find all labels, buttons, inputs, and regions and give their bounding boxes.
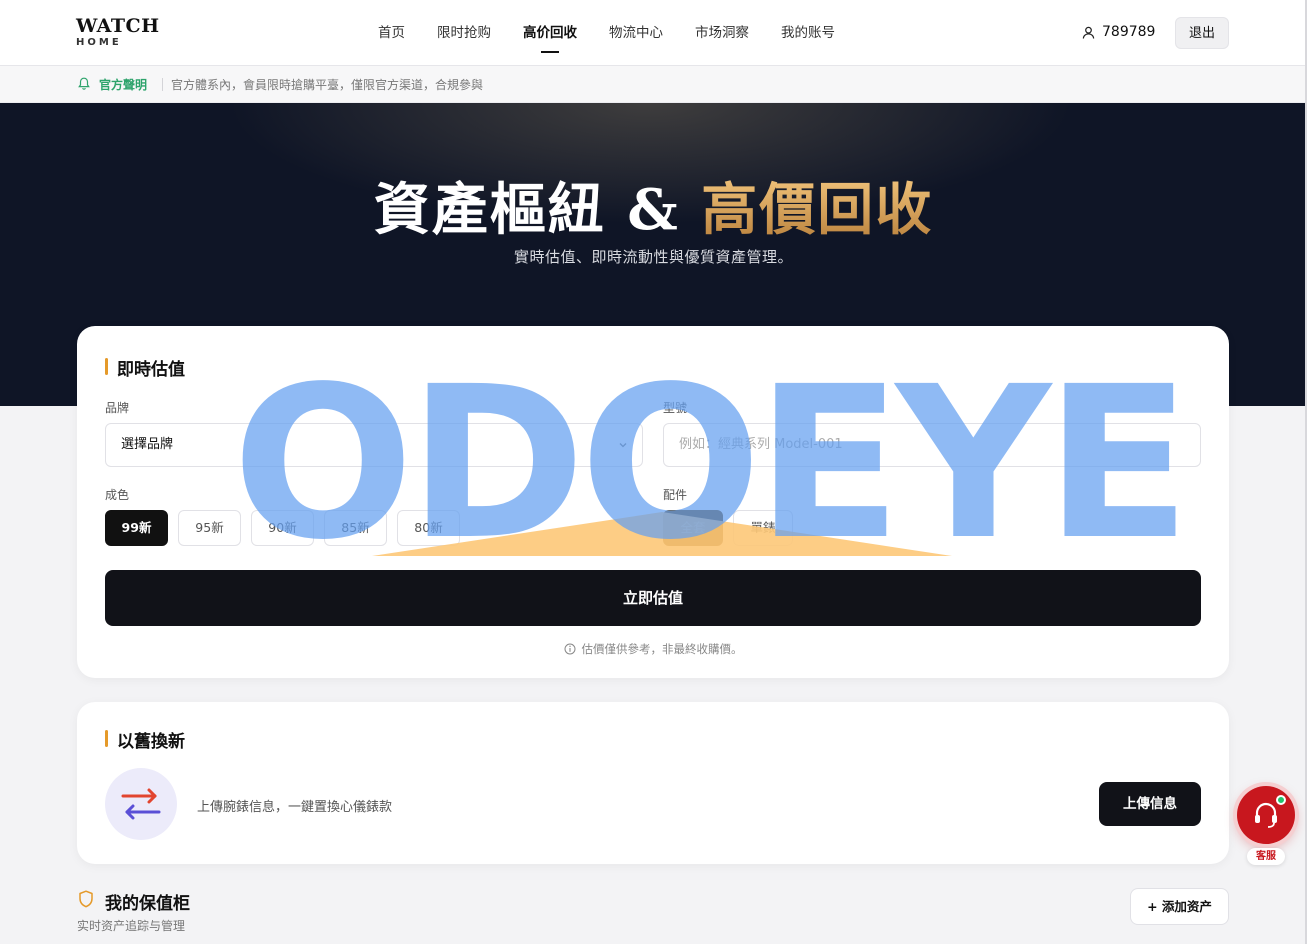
upload-info-button[interactable]: 上傳信息 bbox=[1099, 782, 1201, 826]
valuation-card: 即時估值 品牌 選擇品牌 型號 例如：經典系列 Model-001 成色 99新… bbox=[77, 326, 1229, 678]
user-id: 789789 bbox=[1102, 24, 1156, 40]
nav-item-flash-sale[interactable]: 限时抢购 bbox=[437, 0, 491, 66]
add-asset-button[interactable]: + 添加资产 bbox=[1130, 888, 1229, 925]
hero-subtitle: 實時估值、即時流動性與優質資產管理。 bbox=[513, 248, 793, 266]
brand-select[interactable]: 選擇品牌 bbox=[105, 423, 643, 467]
nav-item-logistics[interactable]: 物流中心 bbox=[609, 0, 663, 66]
top-header: WATCH HOME 首页 限时抢购 高价回收 物流中心 市场洞察 我的账号 7… bbox=[0, 0, 1307, 66]
notice-text: 官方體系內，會員限時搶購平臺，僅限官方渠道，合規參與 bbox=[171, 78, 484, 92]
logout-button[interactable]: 退出 bbox=[1175, 17, 1229, 49]
notice-divider bbox=[162, 78, 163, 91]
hero-title-white: 資產樞紐 & bbox=[373, 177, 702, 243]
condition-chip-80[interactable]: 80新 bbox=[397, 510, 460, 546]
nav-item-account[interactable]: 我的账号 bbox=[781, 0, 835, 66]
valuation-hint: 估價僅供參考，非最終收購價。 bbox=[77, 641, 1229, 657]
condition-chip-99[interactable]: 99新 bbox=[105, 510, 168, 546]
headset-icon bbox=[1255, 802, 1277, 828]
chevron-down-icon bbox=[619, 443, 627, 448]
accessory-label: 配件 bbox=[663, 488, 688, 502]
trade-in-title: 以舊換新 bbox=[105, 727, 185, 752]
shield-icon bbox=[79, 890, 93, 908]
accessory-chip-full-set[interactable]: 全套 bbox=[663, 510, 723, 546]
vault-subtitle: 实时资产追踪与管理 bbox=[77, 919, 186, 933]
user-info[interactable]: 789789 bbox=[1082, 24, 1155, 40]
model-label: 型號 bbox=[663, 401, 688, 415]
trade-in-card: 以舊換新 上傳腕錶信息，一鍵置換心儀錶款 上傳信息 bbox=[77, 702, 1229, 864]
hero-title: 資產樞紐 & 高價回收 bbox=[0, 165, 1307, 246]
online-status-dot bbox=[1276, 795, 1286, 805]
nav-item-market[interactable]: 市场洞察 bbox=[695, 0, 749, 66]
nav-item-home[interactable]: 首页 bbox=[378, 0, 405, 66]
notice-bar: 官方聲明 官方體系內，會員限時搶購平臺，僅限官方渠道，合規參與 bbox=[0, 66, 1307, 103]
logo[interactable]: WATCH HOME bbox=[76, 15, 160, 49]
logo-sub-text: HOME bbox=[76, 37, 122, 48]
customer-service-button[interactable] bbox=[1237, 786, 1295, 844]
brand-select-value: 選擇品牌 bbox=[121, 437, 174, 452]
valuate-button[interactable]: 立即估值 bbox=[105, 570, 1201, 626]
accessory-chip-watch-only[interactable]: 單錶 bbox=[733, 510, 793, 546]
brand-label: 品牌 bbox=[105, 401, 130, 415]
info-icon bbox=[564, 643, 575, 655]
nav-item-recycle[interactable]: 高价回收 bbox=[523, 0, 577, 66]
notice-label: 官方聲明 bbox=[99, 78, 148, 92]
logo-main-text: WATCH bbox=[76, 15, 160, 37]
condition-chip-85[interactable]: 85新 bbox=[324, 510, 387, 546]
vault-title: 我的保值柜 bbox=[105, 894, 190, 914]
swap-icon bbox=[105, 768, 177, 840]
condition-label: 成色 bbox=[105, 488, 130, 502]
condition-chip-95[interactable]: 95新 bbox=[178, 510, 241, 546]
valuation-hint-text: 估價僅供參考，非最終收購價。 bbox=[581, 642, 743, 656]
trade-in-description: 上傳腕錶信息，一鍵置換心儀錶款 bbox=[197, 800, 393, 815]
hero-title-gold: 高價回收 bbox=[701, 177, 934, 243]
main-nav: 首页 限时抢购 高价回收 物流中心 市场洞察 我的账号 bbox=[378, 0, 867, 66]
user-icon bbox=[1082, 26, 1095, 39]
model-input[interactable]: 例如：經典系列 Model-001 bbox=[663, 423, 1201, 467]
bell-icon bbox=[78, 77, 90, 90]
customer-service-label: 客服 bbox=[1247, 848, 1285, 865]
condition-chip-90[interactable]: 90新 bbox=[251, 510, 314, 546]
valuation-title: 即時估值 bbox=[105, 355, 185, 380]
